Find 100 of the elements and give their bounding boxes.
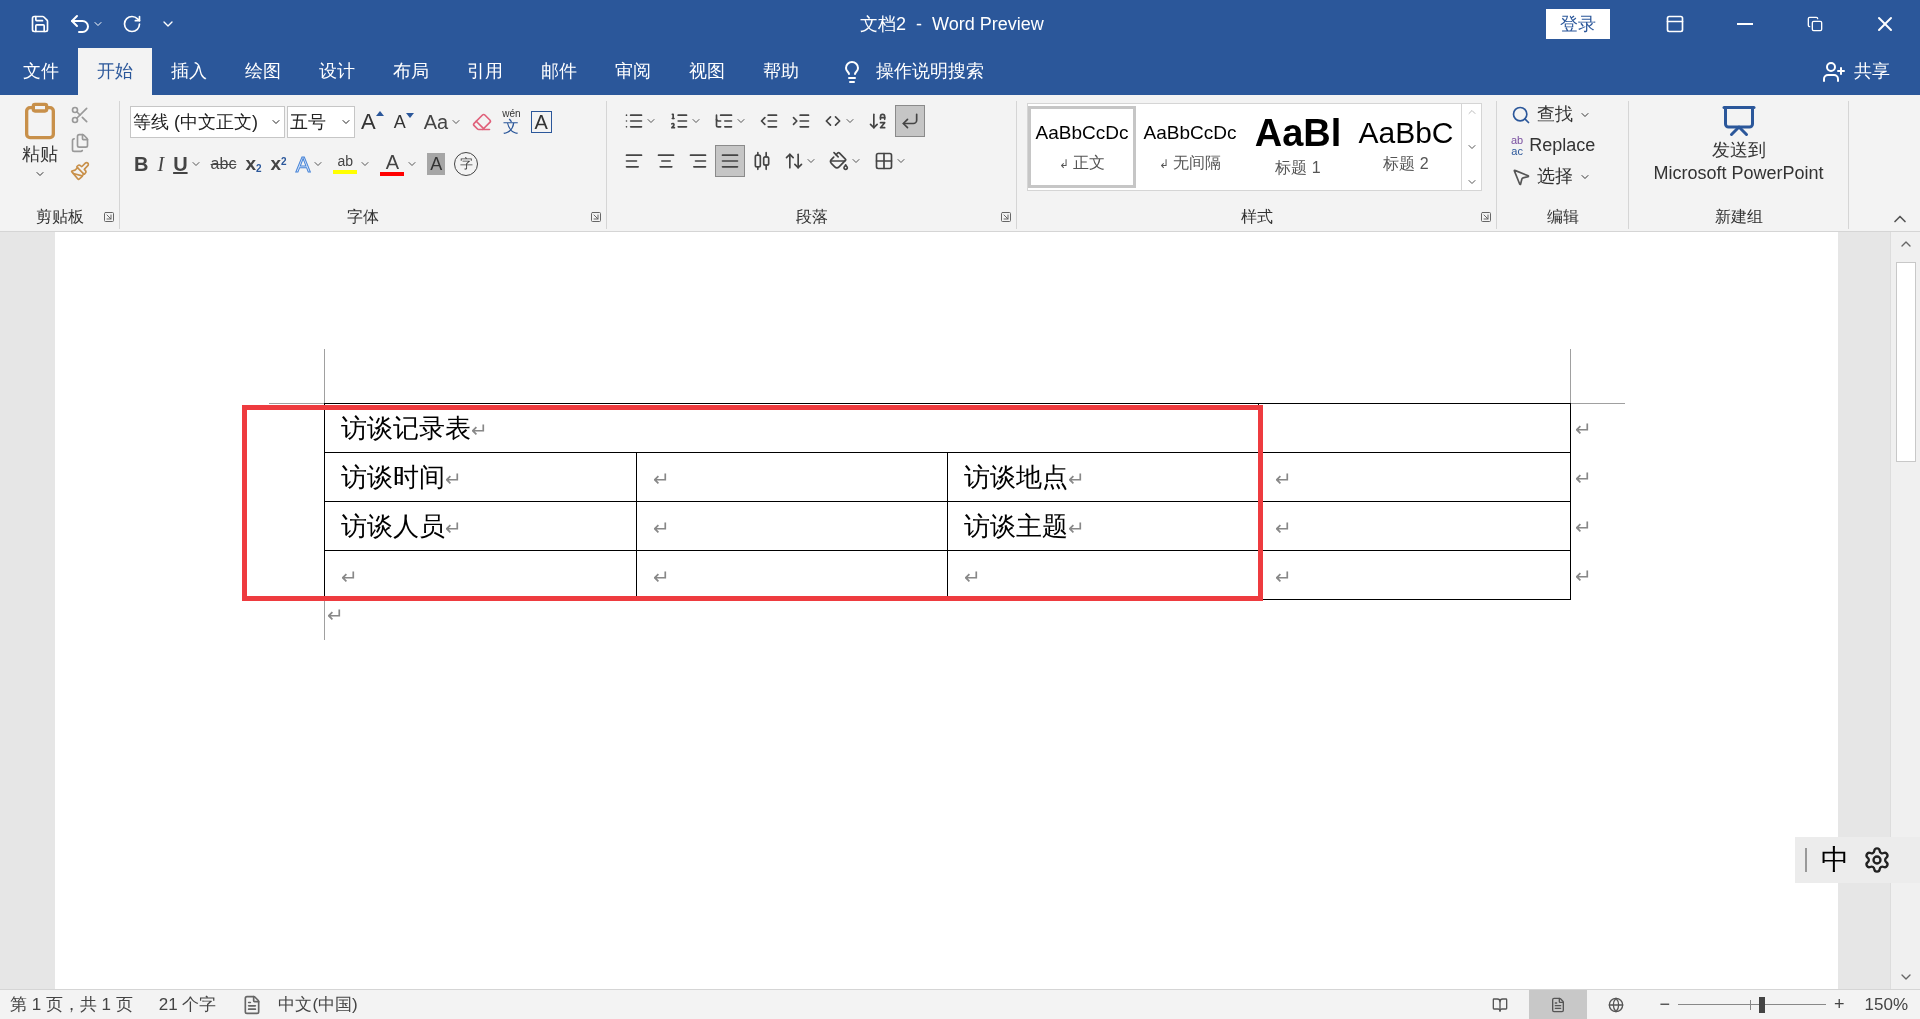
strike-button[interactable]: abc <box>206 147 241 181</box>
group-label: 字体 <box>347 207 379 227</box>
zoom-level[interactable]: 150% <box>1844 991 1920 1018</box>
sort-icon <box>868 111 888 131</box>
paragraph-mark-icon <box>900 111 920 131</box>
undo-button[interactable] <box>68 12 104 36</box>
word-count[interactable]: 21 个字 <box>132 991 217 1018</box>
row-end-mark: ↵ <box>1574 514 1593 540</box>
up-triangle-icon <box>375 111 384 116</box>
fontcolor-button[interactable]: A <box>376 147 423 181</box>
language[interactable]: 中文(中国) <box>262 991 358 1018</box>
style-item[interactable]: AaBbC 标题 2 <box>1352 106 1460 188</box>
ribbon-display-icon <box>1665 14 1685 34</box>
dialog-launcher-icon[interactable] <box>1480 211 1492 223</box>
italic-button[interactable]: I <box>153 147 169 181</box>
copy-button[interactable] <box>70 133 90 153</box>
marks-button[interactable] <box>895 105 925 137</box>
view-button[interactable] <box>1529 990 1588 1019</box>
bold-button[interactable]: B <box>130 147 153 181</box>
zoom-thumb[interactable] <box>1759 996 1766 1013</box>
settings-icon[interactable] <box>1863 846 1891 874</box>
ribbon-tab[interactable]: 引用 <box>448 48 522 95</box>
ribbon-tab[interactable]: 邮件 <box>522 48 596 95</box>
down-triangle-icon <box>405 113 414 118</box>
align-left-icon <box>624 151 644 171</box>
bullets-icon <box>624 111 644 131</box>
paintbrush-icon <box>70 161 90 181</box>
ribbon-tab[interactable]: 布局 <box>374 48 448 95</box>
subscript-button[interactable]: x$_{2}$ <box>241 147 266 181</box>
style-item[interactable]: AaBl 标题 1 <box>1244 106 1352 188</box>
phonetic-button[interactable]: wén 文 <box>498 105 525 139</box>
row-end-mark: ↵ <box>1574 416 1593 442</box>
boxed-button[interactable]: A <box>526 105 556 139</box>
cut-button[interactable] <box>70 105 90 125</box>
style-item[interactable]: AaBbCcDc ↲ 正文 <box>1028 106 1136 188</box>
indent-icon <box>791 111 811 131</box>
paint-bucket-icon <box>829 151 849 171</box>
group-label: 段落 <box>795 207 828 227</box>
ribbon-tab[interactable]: 审阅 <box>596 48 670 95</box>
style-item[interactable]: AaBbCcDc ↲ 无间隔 <box>1136 106 1244 188</box>
book-icon <box>1492 996 1509 1013</box>
save-button[interactable] <box>30 14 50 34</box>
dialog-launcher-icon[interactable] <box>1000 211 1012 223</box>
search-icon <box>1511 104 1531 125</box>
highlight-button[interactable]: ab <box>329 147 376 181</box>
ribbon-tab[interactable]: 插入 <box>152 48 226 95</box>
table-cell: ↵ <box>636 501 948 551</box>
numbering-icon <box>669 111 689 131</box>
zoom-out-button[interactable]: − <box>1659 991 1670 1018</box>
ribbon-tab[interactable]: 设计 <box>300 48 374 95</box>
tell-me-search[interactable]: 操作说明搜索 <box>840 48 984 95</box>
justify-button[interactable] <box>715 145 745 177</box>
redo-button[interactable] <box>122 14 142 34</box>
ribbon-tab[interactable]: 帮助 <box>744 48 818 95</box>
case-button[interactable]: Aa <box>419 105 467 139</box>
minimize-icon <box>1737 23 1753 25</box>
group-label: 编辑 <box>1546 207 1579 227</box>
undo-icon <box>68 12 92 36</box>
restore-icon <box>1807 16 1823 32</box>
zoom-in-button[interactable]: + <box>1834 991 1845 1018</box>
table-cell: 访谈时间↵ <box>324 452 637 502</box>
page-count[interactable]: 第 1 页，共 1 页 <box>0 991 133 1018</box>
row-end-mark: ↵ <box>1574 563 1593 589</box>
superscript-button[interactable]: x$^{2}$ <box>266 147 291 181</box>
save-icon <box>30 14 50 34</box>
ribbon-tab[interactable]: 绘图 <box>226 48 300 95</box>
eraser-icon <box>472 112 493 132</box>
zoom-slider[interactable] <box>1678 996 1826 1013</box>
table-cell: 访谈记录表↵ <box>324 403 1259 453</box>
font-size-dropdown[interactable]: 五号 <box>287 106 355 138</box>
scissors-icon <box>70 105 90 125</box>
borders-icon <box>874 151 894 171</box>
select-button[interactable]: 选择 <box>1511 163 1628 190</box>
person-icon <box>1822 59 1846 84</box>
paste-button[interactable]: 粘贴 <box>20 101 60 180</box>
ribbon-tab[interactable]: 文件 <box>4 48 78 95</box>
grow-button[interactable]: A <box>357 105 388 139</box>
page-icon <box>1550 996 1567 1013</box>
input-mode[interactable]: 中 <box>1821 839 1849 881</box>
ribbon-tab[interactable]: 视图 <box>670 48 744 95</box>
globe-icon <box>1608 996 1625 1013</box>
outdent-icon <box>759 111 779 131</box>
login-button[interactable]: 登录 <box>1546 9 1610 39</box>
font-name-dropdown[interactable]: 等线 (中文正文) <box>130 106 285 138</box>
underline-button[interactable]: U <box>169 147 206 181</box>
paragraph-mark: ↵ <box>324 600 344 640</box>
dialog-launcher-icon[interactable] <box>103 211 115 223</box>
scroll-thumb[interactable] <box>1895 262 1916 462</box>
group-label: 样式 <box>1240 207 1273 227</box>
shading-button[interactable]: A <box>423 147 450 181</box>
find-button[interactable]: 查找 <box>1511 101 1628 128</box>
ribbon-tab[interactable]: 开始 <box>78 48 152 95</box>
line-spacing-icon <box>784 151 804 171</box>
group-label: 剪贴板 <box>35 207 84 227</box>
justify-icon <box>720 151 740 171</box>
shrink-button[interactable]: A <box>389 105 418 139</box>
send-to-powerpoint-button[interactable]: 发送到 Microsoft PowerPoint <box>1629 101 1848 184</box>
dialog-launcher-icon[interactable] <box>590 211 602 223</box>
share-button[interactable]: 共享 <box>1822 48 1890 95</box>
presentation-icon <box>1720 103 1757 139</box>
